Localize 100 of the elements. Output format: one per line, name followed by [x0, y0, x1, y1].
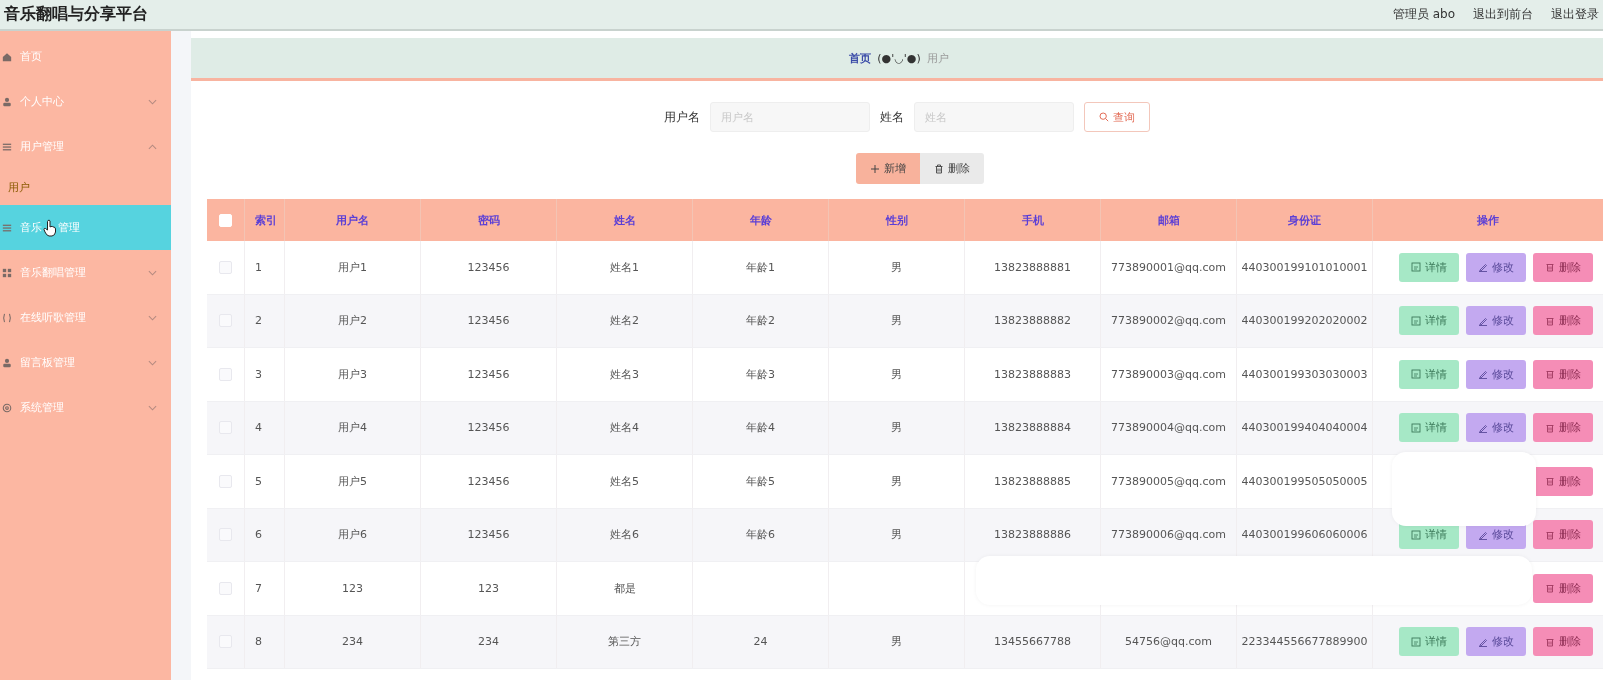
table-cell: 773890004@qq.com: [1111, 421, 1226, 435]
table-cell: 123: [478, 581, 499, 595]
edit-button[interactable]: 修改: [1466, 627, 1526, 657]
list-icon: [2, 141, 12, 152]
column-header: 邮箱: [1157, 212, 1180, 228]
table-cell: 440300199505050005: [1241, 474, 1368, 488]
document-icon: [1411, 422, 1421, 433]
table-cell: 第三方: [608, 634, 641, 650]
table-cell: 年龄2: [746, 313, 775, 329]
delete-button[interactable]: 删除: [1533, 359, 1593, 389]
sidebar-subitem[interactable]: 用户: [0, 169, 171, 205]
table-cell: 5: [255, 474, 262, 488]
trash-icon: [1545, 529, 1555, 540]
header-link[interactable]: 退出登录: [1551, 6, 1599, 23]
detail-button[interactable]: 详情: [1399, 306, 1459, 336]
table-cell: 7: [255, 581, 262, 595]
column-header: 手机: [1021, 212, 1044, 228]
table-cell: 1: [255, 260, 262, 274]
trash-icon: [1545, 422, 1555, 433]
table-cell: 姓名5: [610, 473, 639, 489]
table-cell: 用户1: [338, 259, 367, 275]
field-label: 姓名: [880, 108, 904, 126]
delete-button[interactable]: 删除: [1533, 573, 1593, 603]
table-cell: 姓名2: [610, 313, 639, 329]
pencil-icon: [1478, 636, 1488, 647]
table-cell: 13823888886: [994, 528, 1071, 542]
trash-icon: [1545, 583, 1555, 594]
hand-cursor-icon: [43, 218, 57, 237]
delete-button[interactable]: 删除: [919, 153, 984, 184]
header-link[interactable]: 退出到前台: [1473, 6, 1533, 23]
table-cell: 用户5: [338, 473, 367, 489]
table-cell: 773890002@qq.com: [1111, 314, 1226, 328]
delete-button[interactable]: 删除: [1533, 466, 1593, 496]
table-cell: 24: [753, 635, 768, 649]
breadcrumb-separator: (●'◡'●): [877, 51, 921, 65]
table-cell: 姓名3: [610, 366, 639, 382]
table-cell: 123: [342, 581, 363, 595]
document-icon: [1411, 262, 1421, 273]
trash-icon: [1545, 476, 1555, 487]
field-label: 用户名: [664, 108, 700, 126]
edit-button[interactable]: 修改: [1466, 252, 1526, 282]
table-cell: 男: [891, 473, 902, 489]
table-cell: 姓名6: [610, 527, 639, 543]
trash-icon: [1545, 315, 1555, 326]
table-cell: 用户4: [338, 420, 367, 436]
column-header: 姓名: [613, 212, 636, 228]
table-cell: 13823888883: [994, 367, 1071, 381]
table-cell: 54756@qq.com: [1125, 635, 1212, 649]
column-header: 操作: [1477, 212, 1499, 228]
pencil-icon: [1478, 422, 1488, 433]
plus-icon: [869, 163, 880, 174]
header-link[interactable]: 管理员 abo: [1392, 6, 1455, 23]
column-header: 密码: [477, 212, 500, 228]
pencil-icon: [1478, 262, 1488, 273]
table-cell: 773890003@qq.com: [1111, 367, 1226, 381]
table-cell: 234: [478, 635, 499, 649]
document-icon: [1411, 636, 1421, 647]
detail-button[interactable]: 详情: [1399, 252, 1459, 282]
pencil-icon: [1478, 369, 1488, 380]
table-cell: 年龄3: [746, 366, 775, 382]
table-cell: 773890006@qq.com: [1111, 528, 1226, 542]
table-cell: 123456: [467, 367, 510, 381]
table-cell: 年龄1: [746, 259, 775, 275]
delete-button[interactable]: 删除: [1533, 413, 1593, 443]
person-icon: [2, 357, 12, 368]
list-icon: [2, 222, 12, 233]
edit-button[interactable]: 修改: [1466, 413, 1526, 443]
table-cell: 440300199101010001: [1241, 260, 1368, 274]
table-cell: 用户2: [338, 313, 367, 329]
add-button[interactable]: 新增: [855, 153, 920, 184]
person-icon: [2, 96, 12, 107]
home-icon: [2, 51, 12, 62]
table-cell: 123456: [467, 528, 510, 542]
app-title: 音乐翻唱与分享平台: [4, 4, 148, 25]
edit-button[interactable]: 修改: [1466, 306, 1526, 336]
search-icon: [1099, 112, 1109, 122]
table-cell: 年龄5: [746, 473, 775, 489]
table-cell: 用户3: [338, 366, 367, 382]
delete-button[interactable]: 删除: [1533, 627, 1593, 657]
table-cell: 13823888884: [994, 421, 1071, 435]
breadcrumb-link[interactable]: 首页: [849, 50, 872, 66]
pencil-icon: [1478, 315, 1488, 326]
column-header: 年龄: [749, 212, 772, 228]
detail-button[interactable]: 详情: [1399, 359, 1459, 389]
table-cell: 男: [891, 420, 902, 436]
delete-button[interactable]: 删除: [1533, 306, 1593, 336]
table-cell: 男: [891, 313, 902, 329]
search-button[interactable]: 查询: [1084, 102, 1150, 132]
delete-button[interactable]: 删除: [1533, 252, 1593, 282]
table-cell: 440300199202020002: [1241, 314, 1368, 328]
edit-button[interactable]: 修改: [1466, 359, 1526, 389]
table-cell: 4: [255, 421, 262, 435]
detail-button[interactable]: 详情: [1399, 627, 1459, 657]
table-cell: 男: [891, 634, 902, 650]
table-cell: 123456: [467, 260, 510, 274]
table-cell: 773890005@qq.com: [1111, 474, 1226, 488]
delete-button[interactable]: 删除: [1533, 520, 1593, 550]
table-cell: 440300199303030003: [1241, 367, 1368, 381]
table-cell: 男: [891, 366, 902, 382]
detail-button[interactable]: 详情: [1399, 413, 1459, 443]
